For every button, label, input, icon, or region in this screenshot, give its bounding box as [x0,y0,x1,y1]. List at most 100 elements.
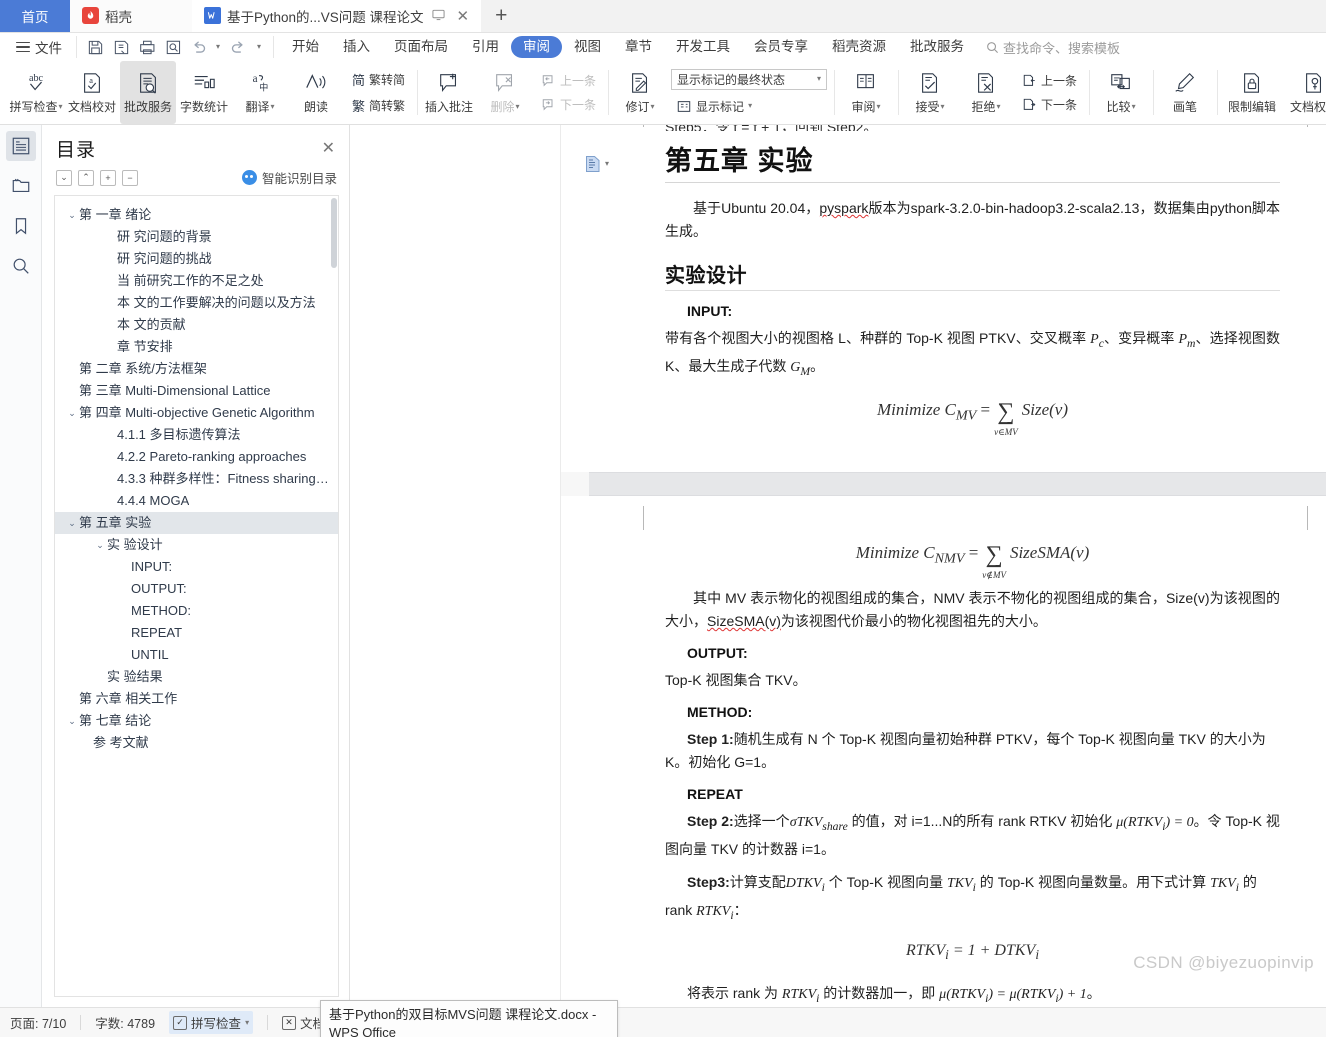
chevron-down-icon[interactable]: ▾ [245,1018,249,1027]
next-comment-button[interactable]: 下一条 [536,94,601,115]
correction-service-button[interactable]: 批改服务 [120,61,176,124]
outline-item-1[interactable]: 研 究问题的背景 [55,226,338,248]
document-permission-button[interactable]: 文档权限 [1283,61,1326,124]
outline-item-5[interactable]: 本 文的贡献 [55,314,338,336]
page-indicator[interactable]: 页面: 7/10 [10,1013,66,1032]
ink-pen-button[interactable]: 画笔 [1157,61,1213,124]
menu-tab-correction-service[interactable]: 批改服务 [898,36,976,58]
document-canvas[interactable]: ▾ Step5：令 t = t + 1，回到 Step2。 第五章 实验 基于U… [560,125,1326,1007]
outline-item-3[interactable]: 当 前研究工作的不足之处 [55,270,338,292]
previous-comment-button[interactable]: 上一条 [536,70,601,91]
outline-item-7[interactable]: 第 二章 系统/方法框架 [55,358,338,380]
outline-item-22[interactable]: 第 六章 相关工作 [55,688,338,710]
file-menu-button[interactable]: 文件 [8,37,70,57]
traditional-to-simplified-button[interactable]: 简 繁转简 [347,68,410,91]
outline-item-13[interactable]: 4.4.4 MOGA [55,490,338,512]
menu-tab-review[interactable]: 审阅 [511,36,562,58]
show-markup-button[interactable]: 显示标记 ▾ [671,96,827,117]
spellcheck-status-button[interactable]: ✓ 拼写检查 ▾ [169,1011,254,1034]
outline-item-21[interactable]: 实 验结果 [55,666,338,688]
outline-item-23[interactable]: ⌄ 第 七章 结论 [55,710,338,732]
previous-change-icon [1023,74,1035,86]
expand-all-icon[interactable]: + [100,169,116,186]
outline-panel-icon[interactable] [5,131,36,161]
restrict-editing-button[interactable]: 限制编辑 [1221,61,1283,124]
undo-icon[interactable] [187,36,211,58]
menu-tab-start[interactable]: 开始 [280,36,331,58]
smart-toc-button[interactable]: 智能识别目录 [241,168,337,187]
menu-tab-member[interactable]: 会员专享 [742,36,820,58]
menu-tab-insert[interactable]: 插入 [331,36,382,58]
outline-item-8[interactable]: 第 三章 Multi-Dimensional Lattice [55,380,338,402]
accept-change-button[interactable]: 接受 ▾ [902,61,958,124]
new-comment-button[interactable]: 插入批注 [421,61,477,124]
translate-button[interactable]: a中 翻译 ▾ [232,61,288,124]
outline-item-9[interactable]: ⌄ 第 四章 Multi-objective Genetic Algorithm [55,402,338,424]
menu-tab-view[interactable]: 视图 [562,36,613,58]
save-icon[interactable] [83,36,107,58]
tab-docer[interactable]: 稻壳 [70,0,192,32]
outline-item-11[interactable]: 4.2.2 Pareto-ranking approaches [55,446,338,468]
previous-change-button[interactable]: 上一条 [1017,70,1082,91]
collapse-up-icon[interactable]: ⌃ [78,169,94,186]
chevron-down-icon[interactable]: ⌄ [65,402,79,424]
close-tab-icon[interactable]: ✕ [457,7,470,25]
read-aloud-button[interactable]: 朗读 [288,61,344,124]
outline-item-2[interactable]: 研 究问题的挑战 [55,248,338,270]
reject-change-button[interactable]: 拒绝 ▾ [958,61,1014,124]
menu-tab-docer-resources[interactable]: 稻壳资源 [820,36,898,58]
chevron-down-icon[interactable]: ⌄ [65,204,79,226]
track-changes-button[interactable]: 修订 ▾ [612,61,668,124]
chevron-down-icon[interactable]: ⌄ [65,512,79,534]
command-search-placeholder: 查找命令、搜索模板 [1003,40,1121,56]
save-as-icon[interactable] [109,36,133,58]
outline-item-0[interactable]: ⌄ 第 一章 绪论 [55,204,338,226]
outline-item-19[interactable]: REPEAT [55,622,338,644]
customize-qat-icon[interactable]: ▾ [251,36,267,58]
menu-tab-developer[interactable]: 开发工具 [664,36,742,58]
outline-item-18[interactable]: METHOD: [55,600,338,622]
outline-tree: ⌄ 第 一章 绪论 研 究问题的背景 研 究问题的挑战 当 前研究工作的不足之处 … [54,195,339,997]
delete-comment-button[interactable]: 删除 ▾ [477,61,533,124]
search-panel-icon[interactable] [6,251,36,281]
outline-item-16[interactable]: INPUT: [55,556,338,578]
chevron-down-icon[interactable]: ⌄ [93,534,107,556]
outline-item-24[interactable]: 参 考文献 [55,732,338,754]
outline-item-14[interactable]: ⌄ 第 五章 实验 [55,512,338,534]
menu-tab-chapter[interactable]: 章节 [613,36,664,58]
outline-item-10[interactable]: 4.1.1 多目标遗传算法 [55,424,338,446]
word-count-indicator[interactable]: 字数: 4789 [95,1013,155,1032]
outline-item-15[interactable]: ⌄ 实 验设计 [55,534,338,556]
reviewing-pane-button[interactable]: 审阅 ▾ [838,61,894,124]
close-panel-icon[interactable]: ✕ [322,140,335,157]
chevron-down-icon[interactable]: ⌄ [65,710,79,732]
outline-item-17[interactable]: OUTPUT: [55,578,338,600]
redo-icon[interactable] [225,36,249,58]
outline-item-20[interactable]: UNTIL [55,644,338,666]
bookmark-panel-icon[interactable] [6,211,36,241]
tab-document[interactable]: 基于Python的...VS问题 课程论文 ✕ [192,0,482,32]
display-for-review-combo[interactable]: 显示标记的最终状态 ▾ [671,68,828,90]
compare-button[interactable]: 比较 ▾ [1093,61,1149,124]
outline-item-4[interactable]: 本 文的工作要解决的问题以及方法 [55,292,338,314]
new-tab-button[interactable]: + [481,0,521,32]
outline-item-12[interactable]: 4.3.3 种群多样性：Fitness sharing, nic ... [55,468,338,490]
menu-tab-references[interactable]: 引用 [460,36,511,58]
next-change-button[interactable]: 下一条 [1017,94,1082,115]
spell-check-button[interactable]: abc 拼写检查 ▾ [8,61,64,124]
simplified-to-traditional-button[interactable]: 繁 简转繁 [347,94,410,117]
tab-home[interactable]: 首页 [0,0,70,32]
print-icon[interactable] [135,36,159,58]
collapse-all-icon[interactable]: − [122,169,138,186]
cast-icon[interactable] [432,8,445,24]
undo-dropdown-icon[interactable]: ▾ [213,36,223,58]
word-count-button[interactable]: 字数统计 [176,61,232,124]
document-proofread-button[interactable]: a 文档校对 [64,61,120,124]
menu-tab-page-layout[interactable]: 页面布局 [382,36,460,58]
command-search[interactable]: 查找命令、搜索模板 [986,38,1120,57]
outline-item-6[interactable]: 章 节安排 [55,336,338,358]
thumbnail-panel-icon[interactable] [6,171,36,201]
outline-scrollbar[interactable] [331,198,337,268]
expand-down-icon[interactable]: ⌄ [56,169,72,186]
print-preview-icon[interactable] [161,36,185,58]
